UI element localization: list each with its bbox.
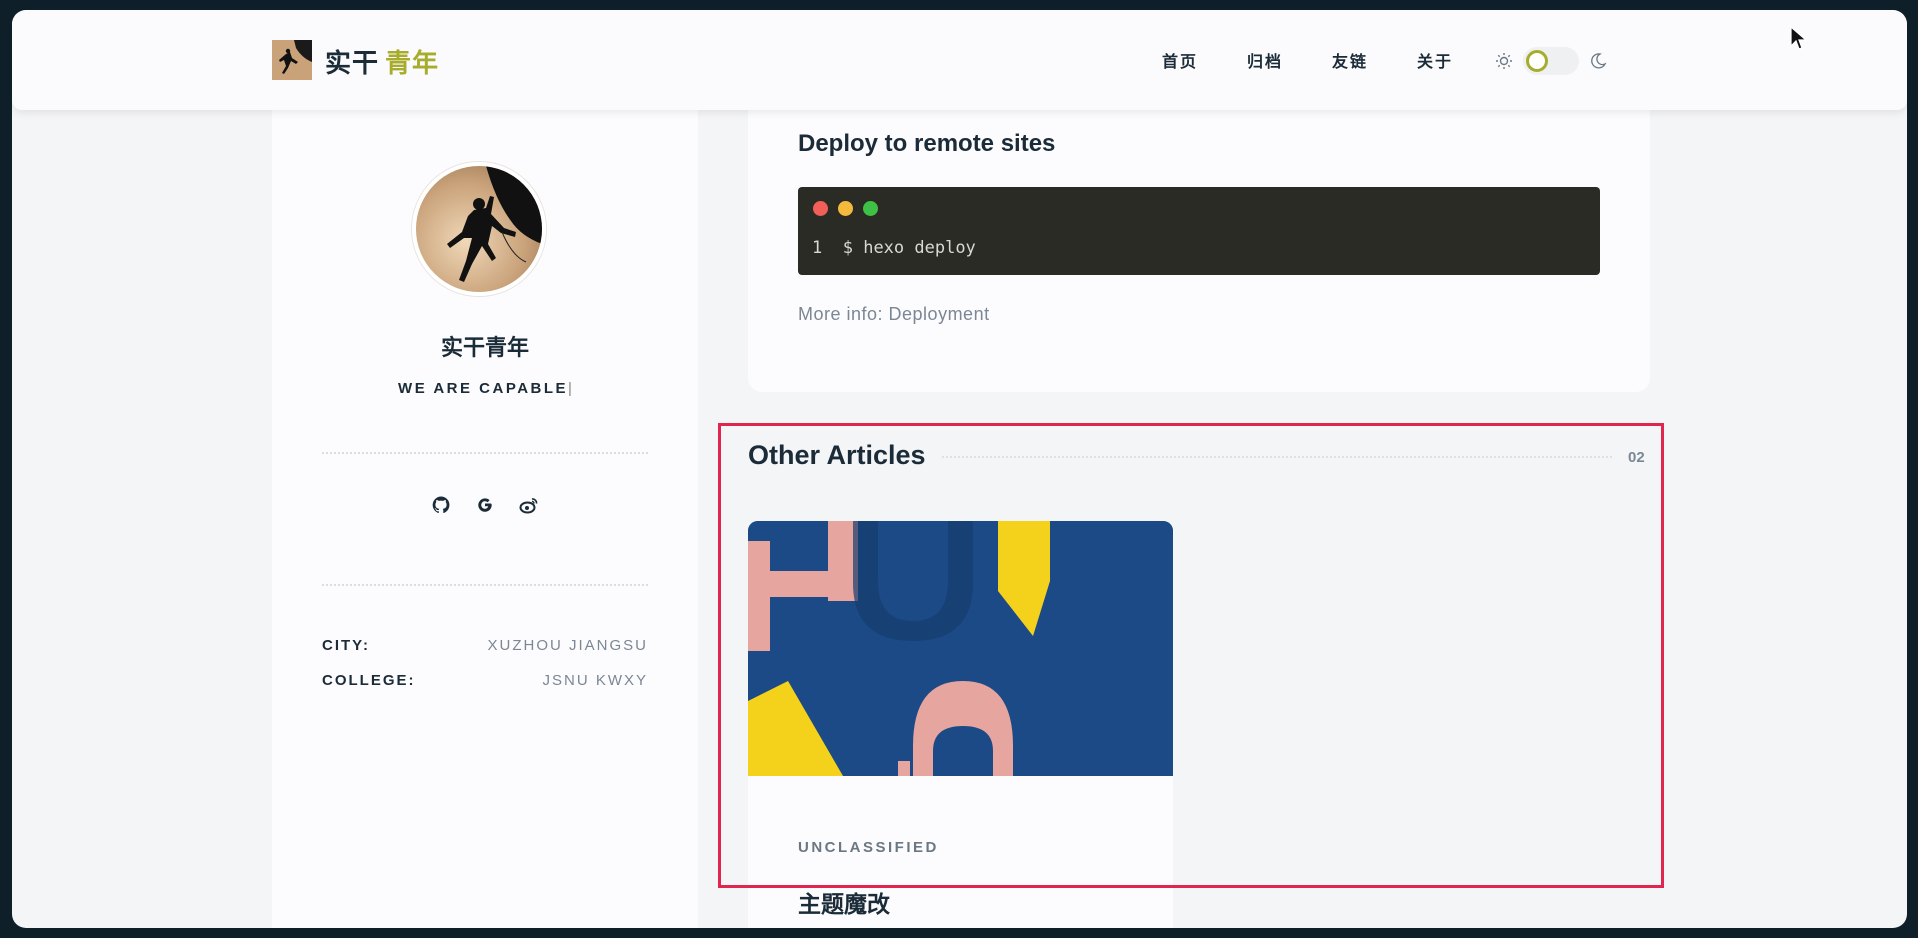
code-line: 1 $ hexo deploy	[812, 238, 976, 258]
section-heading: Deploy to remote sites	[798, 130, 1056, 157]
moon-icon	[1591, 53, 1607, 69]
more-info-text[interactable]: More info: Deployment	[798, 304, 990, 325]
window-dot-green	[863, 201, 878, 216]
code-text: $ hexo deploy	[842, 238, 976, 258]
logo-image[interactable]	[272, 40, 312, 80]
article-count: 02	[1628, 449, 1645, 466]
google-icon[interactable]	[475, 495, 495, 515]
heading-rule	[942, 456, 1612, 458]
info-row-college: COLLEGE: JSNU KWXY	[322, 672, 648, 689]
author-avatar[interactable]	[412, 162, 546, 296]
article-cover-image[interactable]	[748, 521, 1173, 776]
other-articles-title: Other Articles	[748, 440, 926, 470]
article-category[interactable]: UNCLASSIFIED	[798, 839, 939, 856]
sidebar-divider	[322, 584, 648, 586]
info-row-city: CITY: XUZHOU JIANGSU	[322, 637, 648, 654]
nav-friends[interactable]: 友链	[1332, 48, 1417, 72]
site-header: 实干 青年 首页 归档 友链 关于	[12, 10, 1907, 110]
nav-home[interactable]: 首页	[1162, 48, 1247, 72]
nav-about[interactable]: 关于	[1417, 48, 1502, 72]
site-brand[interactable]: 实干 青年	[325, 43, 439, 80]
info-key: COLLEGE:	[322, 672, 416, 689]
author-name: 实干青年	[440, 335, 529, 360]
browser-window: 实干 青年 首页 归档 友链 关于 实干青年 WE ARE CAPABLE| C…	[12, 10, 1907, 928]
main-nav: 首页 归档 友链 关于	[1162, 48, 1502, 72]
toggle-knob	[1526, 50, 1548, 72]
weibo-icon[interactable]	[519, 495, 539, 515]
sun-icon	[1496, 53, 1512, 69]
nav-archive[interactable]: 归档	[1247, 48, 1332, 72]
post-content-card: Deploy to remote sites 1 $ hexo deploy M…	[748, 90, 1650, 392]
author-sidebar: 实干青年 WE ARE CAPABLE| CITY: XUZHOU JIANGS…	[272, 100, 698, 928]
window-dot-yellow	[838, 201, 853, 216]
theme-toggle[interactable]	[1523, 47, 1579, 75]
line-number: 1	[812, 238, 823, 258]
mouse-cursor-icon	[1790, 26, 1808, 50]
social-links	[272, 495, 698, 515]
window-dot-red	[813, 201, 828, 216]
info-value: XUZHOU JIANGSU	[487, 637, 648, 654]
sidebar-divider	[322, 452, 648, 454]
github-icon[interactable]	[431, 495, 451, 515]
article-card[interactable]: UNCLASSIFIED 主题魔改	[748, 521, 1173, 928]
typing-caret: |	[568, 380, 572, 397]
article-title[interactable]: 主题魔改	[798, 885, 890, 919]
info-key: CITY:	[322, 637, 371, 654]
theme-switcher	[1495, 47, 1607, 75]
info-value: JSNU KWXY	[542, 672, 648, 689]
author-motto: WE ARE CAPABLE|	[398, 380, 572, 397]
code-block[interactable]: 1 $ hexo deploy	[798, 187, 1600, 275]
